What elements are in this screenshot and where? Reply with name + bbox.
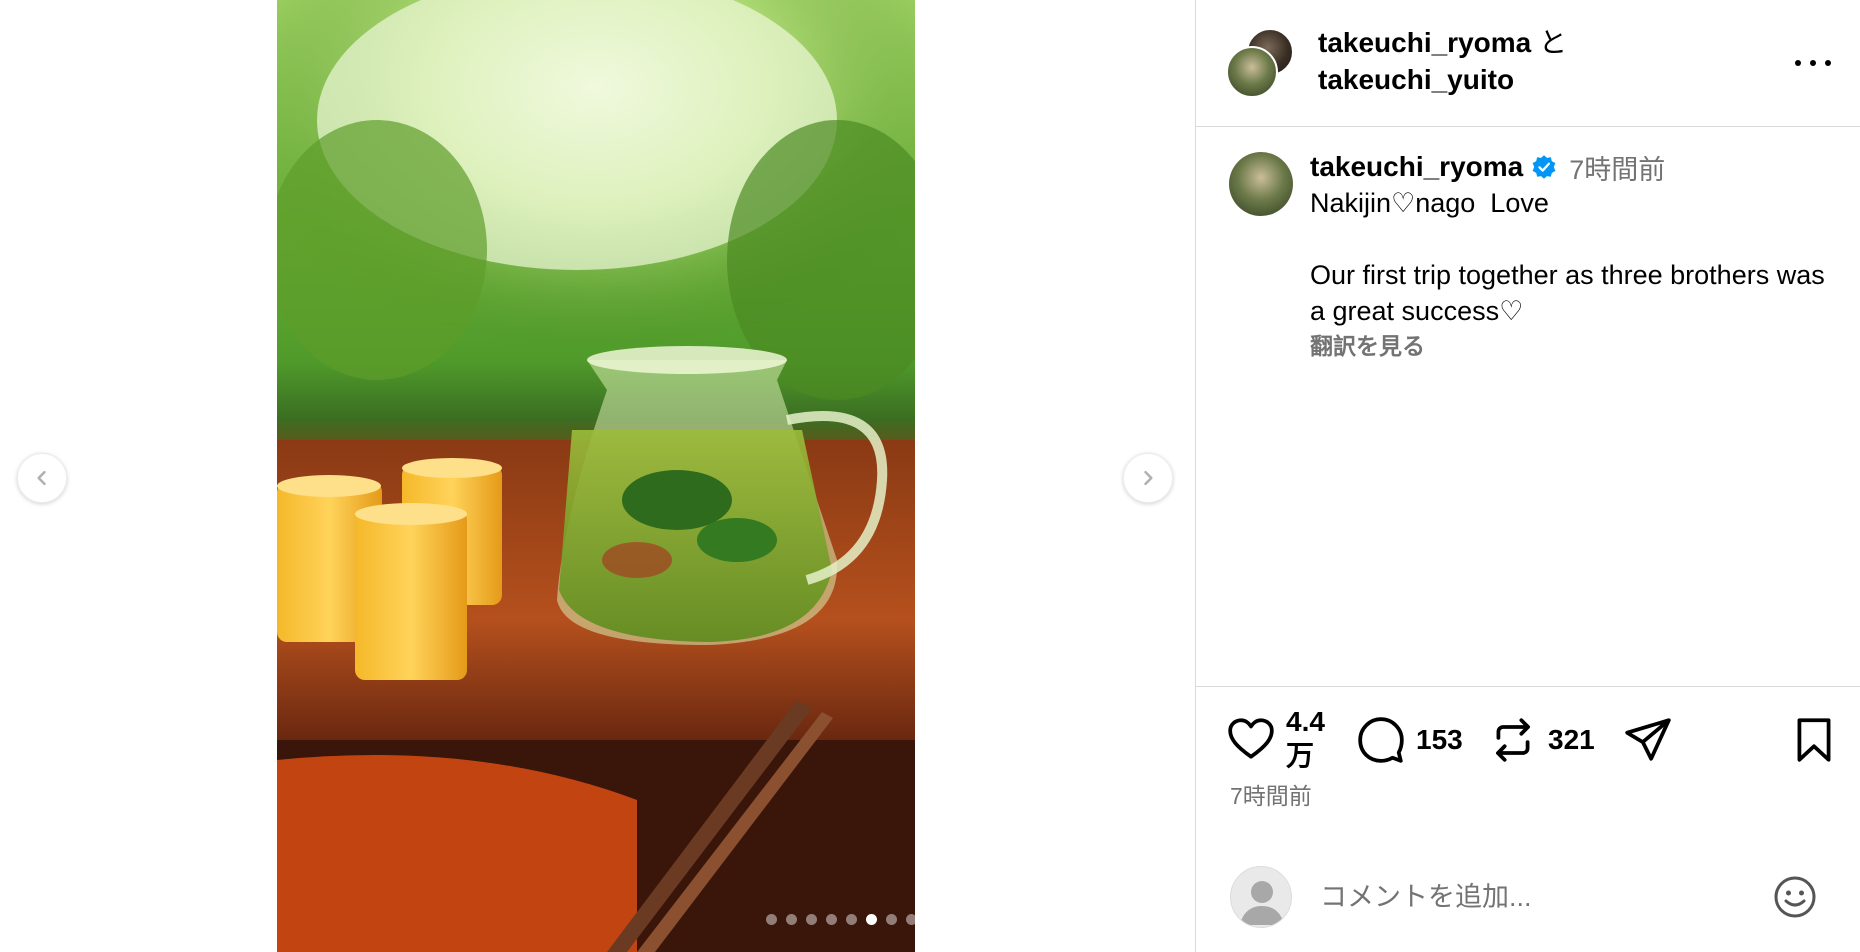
caption-header: takeuchi_ryoma 7時間前 — [1310, 149, 1665, 185]
comment-input[interactable] — [1320, 874, 1740, 920]
post-photo[interactable] — [277, 0, 915, 952]
prev-photo-button[interactable] — [17, 453, 67, 503]
avatar — [1226, 46, 1278, 98]
comment-count[interactable]: 153 — [1416, 724, 1463, 756]
carousel-dot — [766, 914, 777, 925]
username-link[interactable]: takeuchi_yuito — [1318, 64, 1514, 95]
carousel-dot — [886, 914, 897, 925]
avatar[interactable] — [1229, 152, 1293, 216]
divider — [1196, 686, 1860, 687]
post-side-panel: takeuchi_ryoma と takeuchi_yuito takeuchi… — [1195, 0, 1860, 952]
emoji-icon[interactable] — [1771, 873, 1819, 921]
username-link[interactable]: takeuchi_ryoma — [1318, 27, 1531, 58]
carousel-dot — [826, 914, 837, 925]
chevron-right-icon — [1144, 470, 1153, 486]
carousel-dot — [806, 914, 817, 925]
heart-icon — [1228, 718, 1274, 759]
action-bar: 4.4 万 153 321 — [1196, 700, 1860, 780]
translate-link[interactable]: 翻訳を見る — [1310, 327, 1425, 361]
chevron-left-icon — [37, 470, 46, 486]
media-area — [0, 0, 1195, 952]
caption-section: takeuchi_ryoma 7時間前 Nakijin♡nago Love Ou… — [1196, 127, 1860, 687]
more-icon — [1795, 60, 1801, 66]
repost-button[interactable]: 321 — [1488, 715, 1595, 765]
collab-avatars[interactable] — [1226, 28, 1296, 98]
comment-box — [1196, 860, 1860, 952]
carousel-dot — [846, 914, 857, 925]
carousel-dot — [906, 914, 915, 925]
post-timestamp[interactable]: 7時間前 — [1230, 777, 1312, 811]
user-icon — [1230, 866, 1292, 928]
caption-text: Nakijin♡nago Love Our first trip togethe… — [1310, 188, 1825, 326]
carousel-dot — [866, 914, 877, 925]
save-button[interactable] — [1789, 715, 1839, 765]
verified-icon — [1532, 155, 1556, 179]
and-text: と — [1531, 27, 1567, 58]
carousel-dots — [766, 914, 915, 925]
repost-icon — [1496, 718, 1530, 762]
repost-count[interactable]: 321 — [1548, 724, 1595, 756]
collab-usernames: takeuchi_ryoma と takeuchi_yuito — [1318, 24, 1567, 98]
caption-username[interactable]: takeuchi_ryoma — [1310, 151, 1523, 183]
bookmark-icon — [1797, 718, 1831, 762]
comment-button[interactable]: 153 — [1356, 715, 1463, 765]
like-count[interactable]: 4.4 万 — [1286, 705, 1330, 773]
share-icon — [1625, 718, 1671, 761]
share-button[interactable] — [1623, 715, 1673, 765]
caption-time[interactable]: 7時間前 — [1569, 148, 1665, 187]
carousel-dot — [786, 914, 797, 925]
next-photo-button[interactable] — [1123, 453, 1173, 503]
more-options-button[interactable] — [1795, 48, 1831, 78]
post-header: takeuchi_ryoma と takeuchi_yuito — [1196, 0, 1860, 127]
like-button[interactable]: 4.4 万 — [1226, 705, 1330, 773]
comment-icon — [1358, 717, 1404, 763]
instagram-post-page: takeuchi_ryoma と takeuchi_yuito takeuchi… — [0, 0, 1860, 952]
